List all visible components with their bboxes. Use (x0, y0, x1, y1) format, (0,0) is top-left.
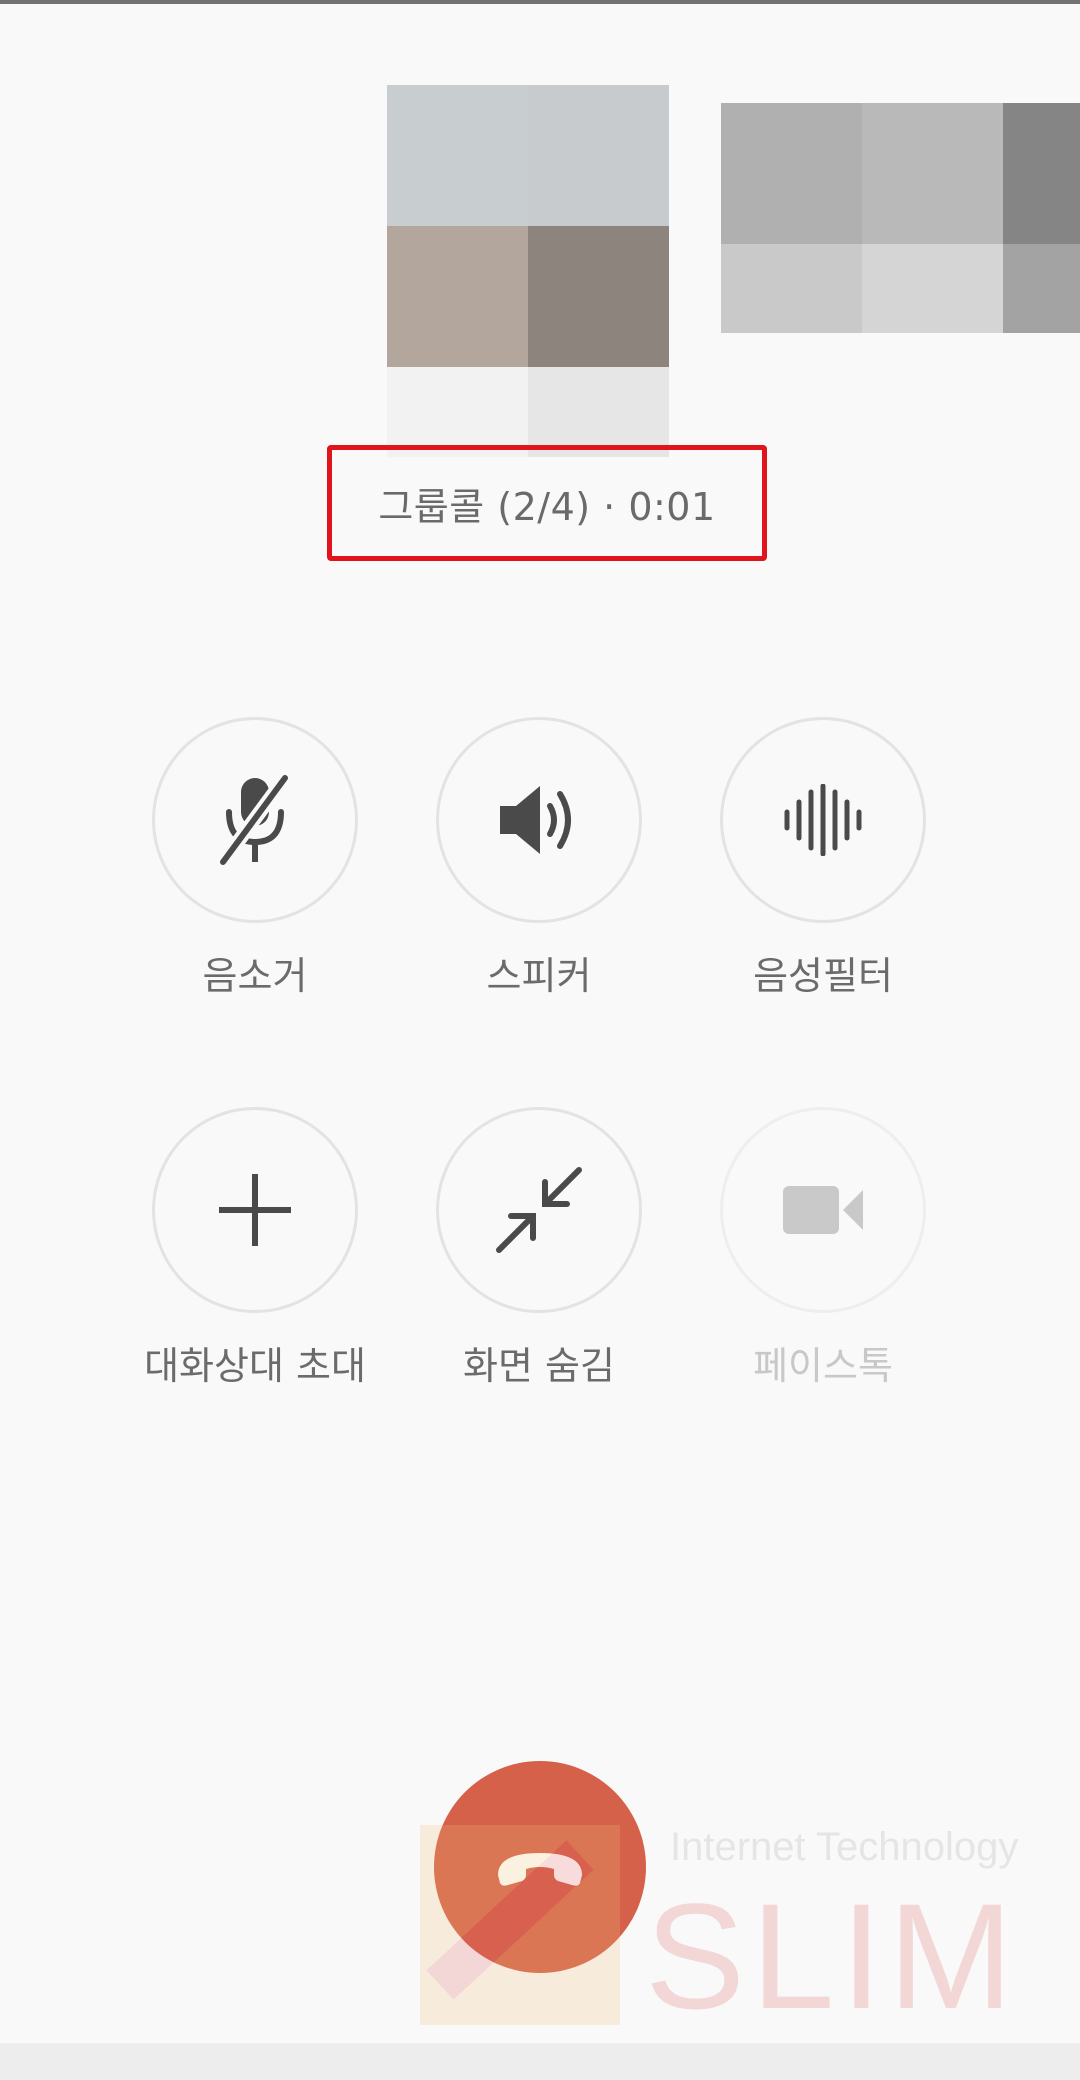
minimize-button-circle[interactable] (436, 1107, 642, 1313)
bottom-bar (0, 2043, 1080, 2080)
call-status-box: 그룹콜 (2/4) · 0:01 (327, 445, 767, 561)
invite-button-circle[interactable] (152, 1107, 358, 1313)
arrows-inward-icon (496, 1167, 582, 1253)
waveform-icon (784, 784, 862, 856)
watermark: Internet Technology SLIM (410, 1815, 1080, 2045)
mute-button[interactable]: 음소거 (125, 717, 385, 1000)
facetalk-button[interactable]: 페이스톡 (693, 1107, 953, 1390)
voice-filter-button[interactable]: 음성필터 (693, 717, 953, 1000)
voice-filter-button-circle[interactable] (720, 717, 926, 923)
video-camera-icon (783, 1186, 863, 1234)
top-divider (0, 0, 1080, 4)
participant-avatar (387, 85, 669, 457)
minimize-label: 화면 숨김 (463, 1344, 615, 1388)
call-status-text: 그룹콜 (2/4) · 0:01 (378, 484, 716, 529)
speaker-volume-icon (500, 786, 571, 854)
microphone-slash-icon (217, 773, 291, 867)
minimize-screen-button[interactable]: 화면 숨김 (409, 1107, 669, 1390)
facetalk-label: 페이스톡 (753, 1344, 893, 1388)
voice-filter-label: 음성필터 (753, 954, 893, 998)
mute-label: 음소거 (202, 954, 308, 998)
watermark-text-line2: SLIM (645, 1872, 1020, 2040)
speaker-button-circle[interactable] (436, 717, 642, 923)
facetalk-button-circle[interactable] (720, 1107, 926, 1313)
plus-icon (219, 1174, 291, 1246)
watermark-text-line1: Internet Technology (670, 1825, 1019, 1869)
speaker-button[interactable]: 스피커 (409, 717, 669, 1000)
participant-avatar (721, 103, 1080, 333)
mute-button-circle[interactable] (152, 717, 358, 923)
invite-participant-button[interactable]: 대화상대 초대 (125, 1107, 385, 1390)
invite-label: 대화상대 초대 (144, 1344, 366, 1388)
speaker-label: 스피커 (486, 954, 592, 998)
watermark-logo-icon (420, 1825, 620, 2025)
